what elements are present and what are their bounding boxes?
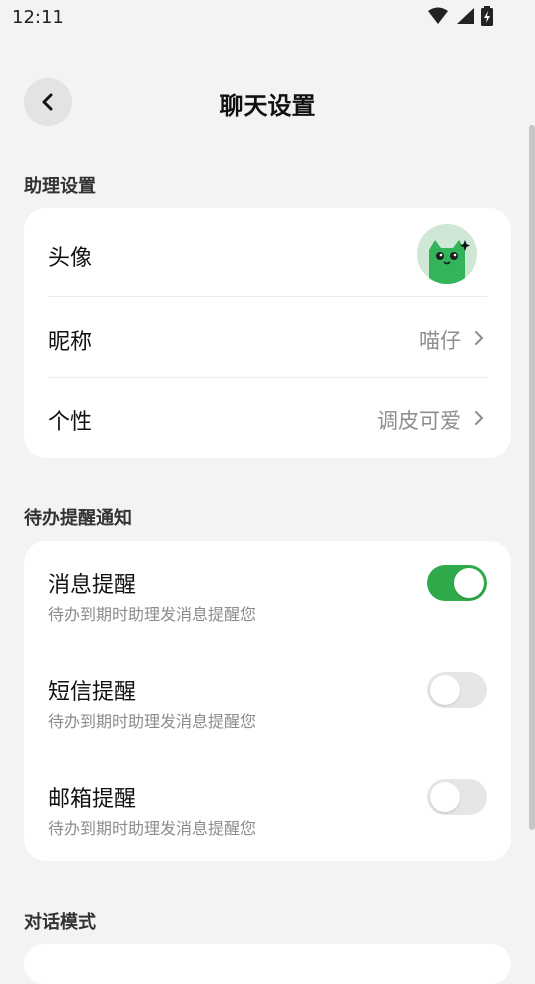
status-icons: [427, 6, 493, 26]
section-header-dialog: 对话模式: [24, 912, 96, 933]
cat-face-icon: [417, 224, 477, 284]
avatar-label: 头像: [48, 246, 93, 271]
personality-label: 个性: [48, 410, 93, 435]
email-reminder-title: 邮箱提醒: [48, 787, 137, 812]
assistant-settings-card: 头像 昵称 喵仔 个性 调皮可爱: [24, 208, 511, 458]
signal-icon: [457, 8, 474, 24]
wifi-icon: [428, 7, 448, 24]
message-reminder-title: 消息提醒: [48, 573, 137, 598]
nickname-row[interactable]: 昵称 喵仔: [48, 298, 487, 378]
toggle-knob: [454, 568, 484, 598]
nickname-label: 昵称: [48, 330, 93, 355]
nickname-value: 喵仔: [419, 329, 461, 353]
status-bar: 12:11: [0, 0, 535, 40]
sms-reminder-title: 短信提醒: [48, 680, 137, 705]
email-reminder-desc: 待办到期时助理发消息提醒您: [48, 819, 257, 838]
avatar-row[interactable]: 头像: [48, 214, 487, 294]
chevron-right-icon: [475, 331, 484, 345]
divider: [48, 296, 487, 297]
page-title: 聊天设置: [219, 92, 316, 120]
toggle-knob: [430, 675, 460, 705]
section-header-todo: 待办提醒通知: [24, 508, 132, 529]
sms-reminder-toggle[interactable]: [427, 672, 487, 708]
section-header-assistant: 助理设置: [24, 176, 96, 197]
toggle-knob: [430, 782, 460, 812]
personality-value: 调皮可爱: [377, 409, 461, 433]
scrollbar[interactable]: [529, 125, 535, 830]
email-reminder-toggle[interactable]: [427, 779, 487, 815]
personality-row[interactable]: 个性 调皮可爱: [48, 378, 487, 458]
message-reminder-toggle[interactable]: [427, 565, 487, 601]
cat-avatar[interactable]: [417, 224, 477, 284]
todo-settings-card: 消息提醒 待办到期时助理发消息提醒您 短信提醒 待办到期时助理发消息提醒您 邮箱…: [24, 541, 511, 861]
message-reminder-desc: 待办到期时助理发消息提醒您: [48, 605, 257, 624]
dialog-settings-card: [24, 944, 511, 984]
status-time: 12:11: [12, 7, 64, 28]
chevron-right-icon: [475, 411, 484, 425]
battery-icon: [481, 6, 493, 26]
sms-reminder-desc: 待办到期时助理发消息提醒您: [48, 712, 257, 731]
nav-bar: 聊天设置: [0, 78, 535, 128]
